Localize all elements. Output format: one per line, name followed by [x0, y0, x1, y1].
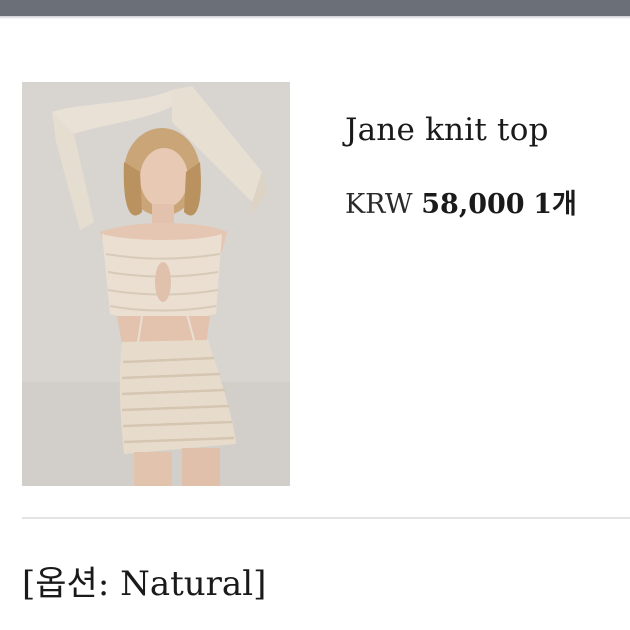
top-bar-shadow [0, 16, 630, 19]
price-line: KRW 58,000 1개 [345, 182, 577, 221]
price-currency: KRW [345, 189, 413, 220]
product-title: Jane knit top [345, 112, 549, 148]
top-bar [0, 0, 630, 16]
divider [22, 517, 630, 519]
model-photo-illustration [22, 82, 290, 486]
quantity-label: 1개 [533, 189, 577, 220]
option-label: [옵션: Natural] [22, 564, 267, 604]
product-image[interactable] [22, 82, 290, 486]
price-amount: 58,000 [421, 189, 525, 220]
